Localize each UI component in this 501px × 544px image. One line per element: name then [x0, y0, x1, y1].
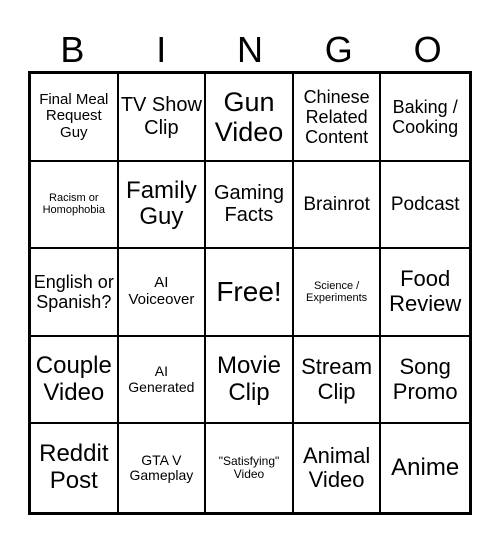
bingo-cell[interactable]: AI Generated — [118, 336, 207, 425]
header-letter-o: O — [413, 29, 442, 70]
bingo-cell[interactable]: Baking / Cooking — [381, 74, 469, 162]
bingo-cell[interactable]: English or Spanish? — [31, 249, 119, 337]
bingo-cell[interactable]: Racism or Homophobia — [31, 161, 119, 250]
bingo-header: B I N G O — [28, 28, 472, 72]
bingo-cell[interactable]: GTA V Gameplay — [119, 424, 207, 512]
bingo-cell[interactable]: Gaming Facts — [206, 161, 294, 250]
bingo-cell[interactable]: Chinese Related Content — [293, 74, 382, 162]
free-space[interactable]: Free! — [206, 249, 294, 337]
bingo-cell[interactable]: Animal Video — [294, 424, 382, 512]
bingo-cell[interactable]: Podcast — [381, 162, 469, 250]
bingo-cell[interactable]: Anime — [381, 424, 469, 512]
header-letter-n: N — [236, 29, 263, 70]
bingo-cell[interactable]: TV Show Clip — [118, 74, 207, 162]
bingo-cell[interactable]: AI Voiceover — [118, 249, 207, 337]
bingo-cell[interactable]: Science / Experiments — [293, 249, 382, 337]
header-letter-b: B — [60, 29, 85, 70]
bingo-cell[interactable]: Food Review — [381, 249, 469, 337]
bingo-grid: Final Meal Request Guy TV Show Clip Gun … — [28, 71, 472, 515]
bingo-cell[interactable]: Stream Clip — [293, 336, 382, 425]
bingo-cell[interactable]: Family Guy — [118, 161, 207, 250]
bingo-cell[interactable]: Couple Video — [31, 336, 119, 425]
bingo-cell[interactable]: Final Meal Request Guy — [31, 74, 119, 162]
bingo-cell[interactable]: "Satisfying" Video — [206, 424, 294, 512]
header-letter-g: G — [324, 29, 353, 70]
bingo-cell[interactable]: Gun Video — [206, 74, 294, 162]
bingo-cell[interactable]: Reddit Post — [31, 424, 119, 512]
bingo-cell[interactable]: Brainrot — [293, 161, 382, 250]
header-letter-i: I — [156, 29, 167, 70]
bingo-cell[interactable]: Song Promo — [381, 337, 469, 425]
bingo-cell[interactable]: Movie Clip — [206, 336, 294, 425]
